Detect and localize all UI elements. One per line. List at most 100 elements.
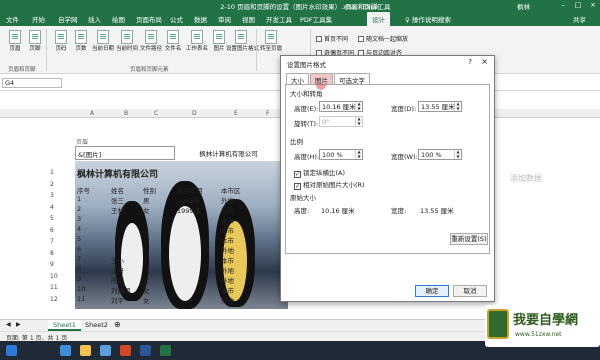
sheet-tab-sheet2[interactable]: Sheet2 (80, 320, 113, 331)
table-cell[interactable]: 刘建国 (111, 285, 131, 295)
scroll-left-icon[interactable]: ◀ (6, 321, 11, 328)
spinner-icon[interactable]: ▲ ▼ (355, 149, 362, 159)
table-cell[interactable]: 1999年 (177, 205, 200, 215)
excel-icon[interactable] (160, 345, 171, 356)
scale-height-input[interactable]: 100 % ▲ ▼ (319, 149, 363, 160)
table-cell[interactable]: 2 (77, 205, 81, 213)
row-header[interactable]: 4 (50, 204, 54, 211)
table-cell[interactable]: 本市 (221, 255, 234, 265)
header-center-section[interactable]: 枫林计算机有限公司 (177, 146, 280, 160)
tab-alt-text[interactable]: 可选文字 (334, 73, 370, 85)
table-cell[interactable]: 7 (77, 255, 81, 263)
tab-insert[interactable]: 插入 (88, 14, 101, 24)
row-header[interactable]: 7 (50, 238, 54, 245)
edge-icon[interactable] (60, 345, 71, 356)
row-header[interactable]: 6 (50, 227, 54, 234)
header-left-section[interactable]: &[图片] (75, 146, 175, 160)
current-date-button[interactable]: 当前日期 (92, 30, 114, 52)
tab-home[interactable]: 开始 (32, 14, 45, 24)
tab-draw[interactable]: 绘图 (112, 14, 125, 24)
table-cell[interactable]: 本市 (221, 235, 234, 245)
table-cell[interactable]: 王丹 (111, 265, 124, 275)
table-cell[interactable]: 10 (77, 285, 85, 293)
table-cell[interactable]: 8 (77, 265, 81, 273)
table-cell[interactable]: 5 (77, 235, 81, 243)
height-input[interactable]: 10.16 厘米 ▲ ▼ (319, 101, 363, 112)
table-cell[interactable]: 6 (77, 245, 81, 253)
column-header[interactable]: A (90, 110, 94, 117)
tab-design[interactable]: 设计 (367, 12, 390, 26)
table-cell[interactable]: 女 (143, 205, 150, 215)
table-cell[interactable]: 外地 (221, 275, 234, 285)
row-header[interactable]: 2 (50, 181, 54, 188)
table-cell[interactable]: 女 (143, 285, 150, 295)
relative-original-checkbox[interactable]: ✓ 相对原始图片大小(R) (294, 179, 365, 190)
close-icon[interactable]: × (481, 57, 488, 66)
column-header[interactable]: D (192, 110, 197, 117)
tab-file[interactable]: 文件 (6, 14, 19, 24)
table-cell[interactable]: 4 (77, 225, 81, 233)
table-cell[interactable]: 刘平 (111, 295, 124, 305)
word-icon[interactable] (140, 345, 151, 356)
table-cell[interactable]: 11 (77, 295, 85, 303)
tab-page-layout[interactable]: 页面布局 (136, 14, 162, 24)
table-cell[interactable]: 本市 (221, 225, 234, 235)
tab-review[interactable]: 审阅 (218, 14, 231, 24)
maximize-icon[interactable]: □ (571, 0, 585, 11)
name-box[interactable]: G4 (2, 78, 62, 88)
scale-width-input[interactable]: 100 % ▲ ▼ (418, 149, 462, 160)
sheet-tab-sheet1[interactable]: Sheet1 (48, 320, 81, 331)
row-header[interactable]: 1 (50, 169, 54, 176)
file-name-button[interactable]: 文件名 (164, 30, 182, 52)
column-header[interactable]: C (154, 110, 158, 117)
user-name[interactable]: 枫林 (517, 1, 530, 11)
option-scale-with-document[interactable]: 随文档一起缩放 (358, 34, 408, 43)
table-cell[interactable]: 王林 (111, 205, 124, 215)
footer-button[interactable]: 页脚 (26, 30, 44, 52)
column-header[interactable]: E (234, 110, 238, 117)
tab-picture[interactable]: 图片 (310, 73, 333, 85)
tab-developer[interactable]: 开发工具 (266, 14, 292, 24)
table-cell[interactable]: 9 (77, 275, 81, 283)
row-header[interactable]: 11 (50, 284, 58, 291)
table-cell[interactable]: 本市 (221, 285, 234, 295)
table-cell[interactable]: 1 (77, 195, 81, 203)
current-time-button[interactable]: 当前时间 (116, 30, 138, 52)
row-header[interactable]: 12 (50, 296, 58, 303)
cancel-button[interactable]: 取消 (453, 285, 487, 297)
help-icon[interactable]: ? (468, 58, 472, 66)
spinner-icon[interactable]: ▲ ▼ (355, 101, 362, 111)
lock-aspect-checkbox[interactable]: ✓ 锁定纵横比(A) (294, 167, 345, 178)
table-cell[interactable]: 本市 (221, 215, 234, 225)
reset-button[interactable]: 重新设置(S) (450, 233, 488, 245)
add-sheet-icon[interactable]: ⊕ (114, 320, 121, 329)
table-cell[interactable]: 外地 (221, 205, 234, 215)
table-cell[interactable]: 张三 (111, 195, 124, 205)
close-window-icon[interactable]: × (586, 0, 600, 11)
goto-header-button[interactable]: 转至页眉 (260, 30, 282, 52)
option-first-page-different[interactable]: 首页不同 (316, 34, 348, 43)
tab-size[interactable]: 大小 (286, 73, 309, 85)
rotate-input[interactable]: 0° ▲ ▼ (319, 116, 363, 127)
minimize-icon[interactable]: – (556, 0, 570, 11)
add-data-placeholder[interactable]: 添加数据 (510, 173, 542, 184)
row-header[interactable]: 5 (50, 215, 54, 222)
tab-pdf-tools[interactable]: PDF工具集 (300, 14, 332, 24)
scroll-right-icon[interactable]: ▶ (16, 321, 21, 328)
tab-formulas[interactable]: 公式 (170, 14, 183, 24)
table-cell[interactable]: 陈军 (111, 275, 124, 285)
column-header[interactable]: F (266, 110, 269, 117)
app-icon[interactable] (100, 345, 111, 356)
format-picture-button[interactable]: 设置图片格式 (226, 30, 259, 52)
table-cell[interactable]: 男 (143, 195, 150, 205)
folder-icon[interactable] (80, 345, 91, 356)
row-header[interactable]: 3 (50, 192, 54, 199)
row-header[interactable]: 9 (50, 261, 54, 268)
table-cell[interactable]: 王小 (111, 255, 124, 265)
ok-button[interactable]: 确定 (415, 285, 449, 297)
row-header[interactable]: 8 (50, 250, 54, 257)
column-header[interactable]: B (124, 110, 128, 117)
spinner-icon[interactable]: ▲ ▼ (454, 149, 461, 159)
windows-start-icon[interactable] (6, 345, 17, 356)
powerpoint-icon[interactable] (120, 345, 131, 356)
